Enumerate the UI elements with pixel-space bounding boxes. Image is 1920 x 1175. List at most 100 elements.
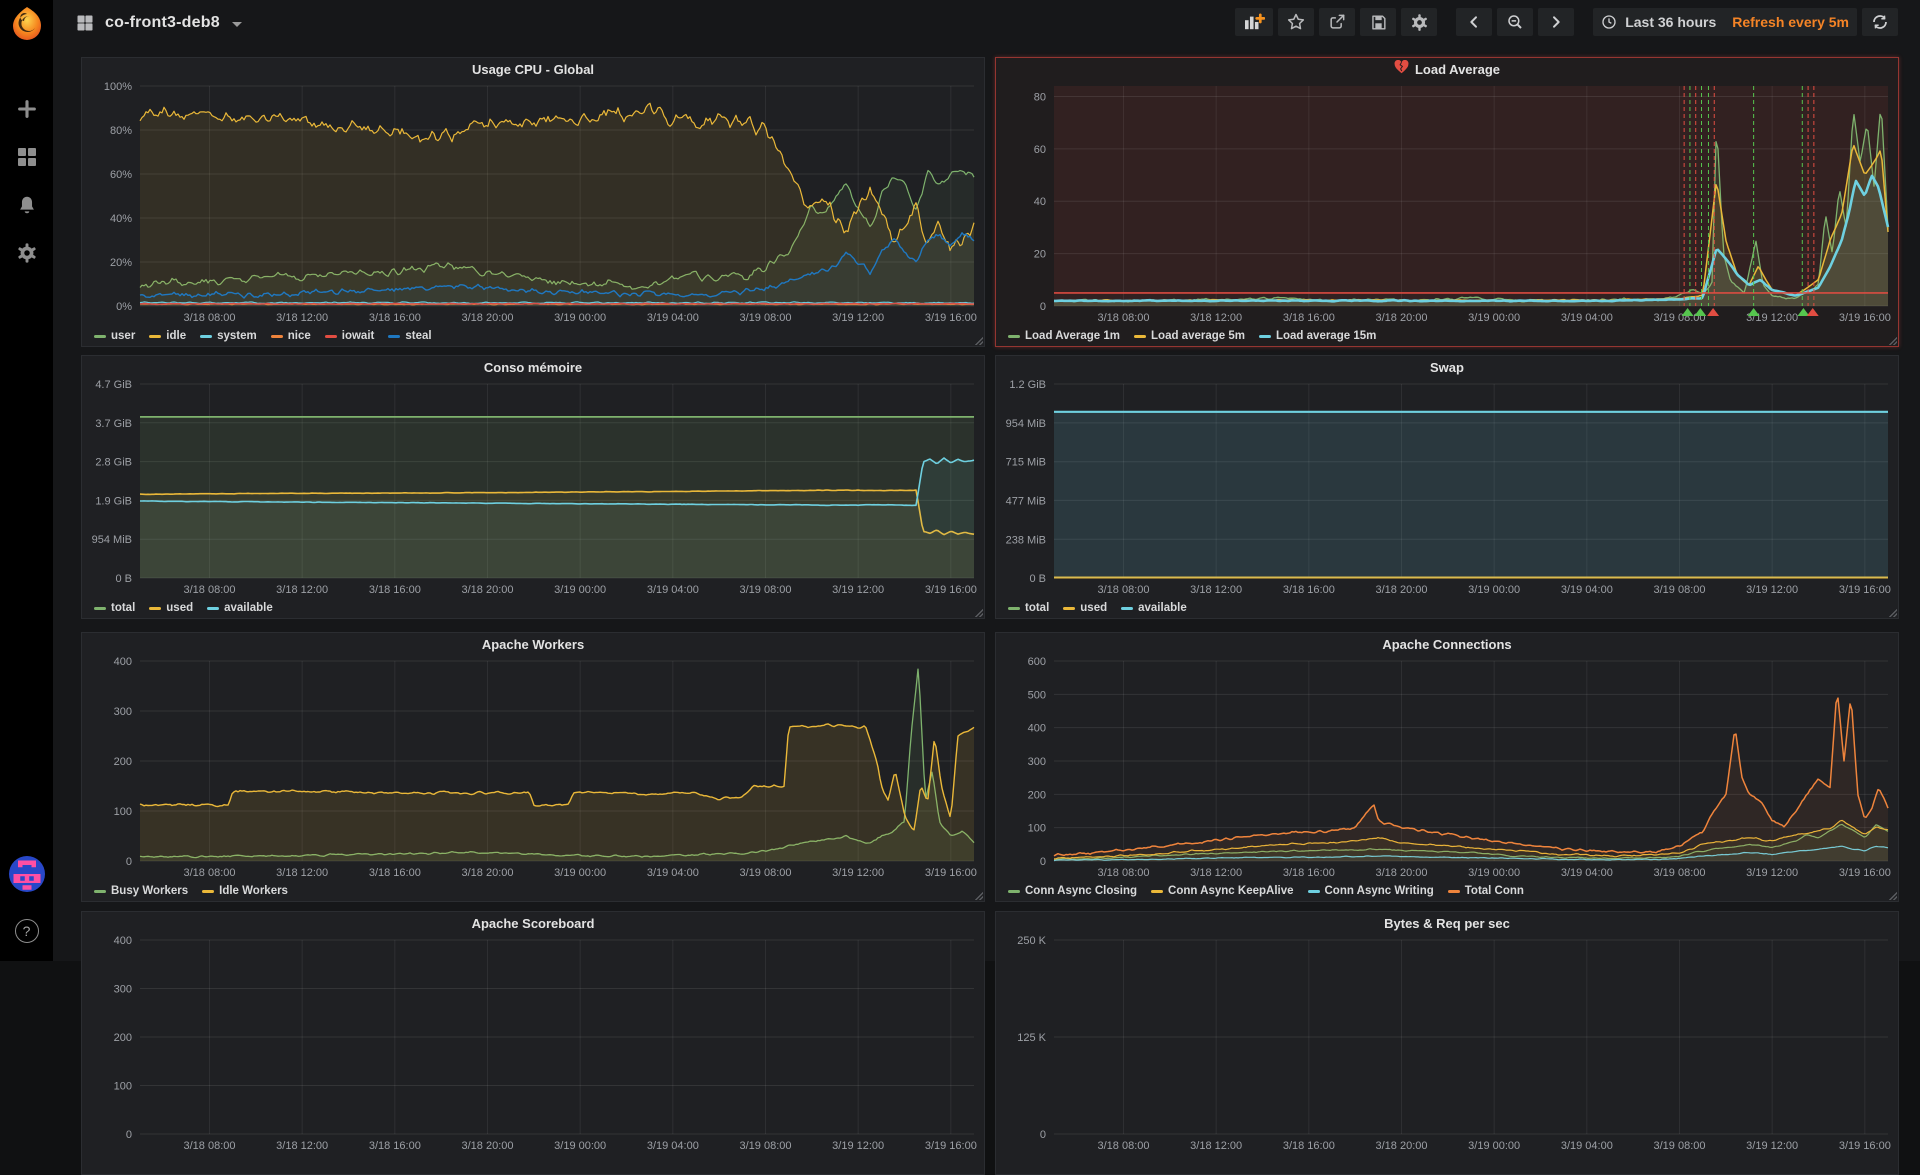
apache-connections-chart[interactable]: 01002003004005006003/18 08:003/18 12:003…: [996, 655, 1898, 881]
panel-header[interactable]: Load Average: [996, 58, 1898, 80]
legend-item[interactable]: Conn Async KeepAlive: [1151, 885, 1293, 897]
svg-text:250 K: 250 K: [1017, 935, 1046, 947]
legend-item[interactable]: Idle Workers: [202, 885, 288, 897]
panel-resize-handle[interactable]: [975, 337, 983, 345]
legend-item[interactable]: available: [207, 602, 273, 614]
legend-item[interactable]: idle: [149, 330, 186, 342]
swap-chart[interactable]: 0 B238 MiB477 MiB715 MiB954 MiB1.2 GiB3/…: [996, 378, 1898, 598]
legend-label: user: [111, 330, 135, 342]
panel-header[interactable]: Apache Scoreboard: [82, 912, 984, 934]
settings-gear-button[interactable]: [1401, 8, 1437, 36]
legend-item[interactable]: iowait: [325, 330, 375, 342]
svg-text:3/19 16:00: 3/19 16:00: [925, 584, 977, 596]
bytes-req-chart[interactable]: 250 K125 K03/18 08:003/18 12:003/18 16:0…: [996, 934, 1898, 1154]
save-button[interactable]: [1360, 8, 1396, 36]
legend-item[interactable]: steal: [388, 330, 431, 342]
svg-text:4.7 GiB: 4.7 GiB: [95, 379, 132, 391]
time-forward-button[interactable]: [1538, 8, 1574, 36]
configuration-gear-icon[interactable]: [14, 240, 40, 266]
svg-text:3/18 08:00: 3/18 08:00: [1098, 312, 1150, 324]
svg-text:3/19 12:00: 3/19 12:00: [1746, 1140, 1798, 1152]
panel-header[interactable]: Swap: [996, 356, 1898, 378]
share-button[interactable]: [1319, 8, 1355, 36]
svg-text:300: 300: [1028, 756, 1046, 768]
panel-title: Apache Workers: [482, 637, 584, 652]
panel-resize-handle[interactable]: [975, 609, 983, 617]
star-button[interactable]: [1278, 8, 1314, 36]
legend-item[interactable]: Total Conn: [1448, 885, 1524, 897]
legend-item[interactable]: nice: [271, 330, 311, 342]
svg-text:100: 100: [114, 806, 132, 818]
svg-text:3/19 00:00: 3/19 00:00: [1468, 584, 1520, 596]
load-average-chart[interactable]: 0204060803/18 08:003/18 12:003/18 16:003…: [996, 80, 1898, 326]
add-panel-button[interactable]: [1235, 8, 1273, 36]
svg-text:3/18 20:00: 3/18 20:00: [462, 1140, 514, 1152]
dashboards-grid-icon[interactable]: [14, 144, 40, 170]
svg-text:3/18 12:00: 3/18 12:00: [276, 1140, 328, 1152]
legend-item[interactable]: total: [94, 602, 135, 614]
user-avatar[interactable]: [9, 856, 45, 897]
svg-text:80: 80: [1034, 91, 1046, 103]
legend-item[interactable]: system: [200, 330, 257, 342]
legend-item[interactable]: Load average 15m: [1259, 330, 1376, 342]
legend-item[interactable]: Load Average 1m: [1008, 330, 1120, 342]
svg-text:80%: 80%: [110, 125, 132, 137]
svg-text:125 K: 125 K: [1017, 1032, 1046, 1044]
legend-color-swatch: [1308, 890, 1320, 893]
create-plus-icon[interactable]: [14, 96, 40, 122]
panel-resize-handle[interactable]: [1889, 892, 1897, 900]
svg-text:3/19 08:00: 3/19 08:00: [740, 584, 792, 596]
legend-item[interactable]: Load average 5m: [1134, 330, 1245, 342]
dashboard-title-button[interactable]: co-front3-deb8: [53, 13, 242, 33]
help-glyph: ?: [23, 923, 31, 939]
cpu-chart[interactable]: 0%20%40%60%80%100%3/18 08:003/18 12:003/…: [82, 80, 984, 326]
panel-apache-workers: Apache Workers 01002003004003/18 08:003/…: [81, 632, 985, 902]
time-back-button[interactable]: [1456, 8, 1492, 36]
legend-item[interactable]: used: [149, 602, 193, 614]
svg-text:3/18 16:00: 3/18 16:00: [369, 867, 421, 879]
panel-resize-handle[interactable]: [1889, 337, 1897, 345]
alerting-bell-icon[interactable]: [14, 192, 40, 218]
svg-text:3/19 00:00: 3/19 00:00: [554, 312, 606, 324]
memory-chart[interactable]: 0 B954 MiB1.9 GiB2.8 GiB3.7 GiB4.7 GiB3/…: [82, 378, 984, 598]
legend-item[interactable]: Conn Async Closing: [1008, 885, 1137, 897]
apache-scoreboard-chart[interactable]: 40030020010003/18 08:003/18 12:003/18 16…: [82, 934, 984, 1154]
svg-text:0%: 0%: [116, 301, 132, 313]
legend-item[interactable]: user: [94, 330, 135, 342]
grafana-logo[interactable]: [5, 1, 48, 44]
svg-text:0: 0: [126, 1129, 132, 1141]
time-picker-button[interactable]: Last 36 hours Refresh every 5m: [1593, 8, 1857, 36]
panel-title: Apache Connections: [1382, 637, 1511, 652]
svg-text:3/18 12:00: 3/18 12:00: [276, 584, 328, 596]
zoom-out-button[interactable]: [1497, 8, 1533, 36]
panel-header[interactable]: Usage CPU - Global: [82, 58, 984, 80]
panel-resize-handle[interactable]: [975, 892, 983, 900]
refresh-button[interactable]: [1862, 8, 1898, 36]
legend-item[interactable]: available: [1121, 602, 1187, 614]
svg-text:3/19 00:00: 3/19 00:00: [554, 584, 606, 596]
svg-text:400: 400: [114, 656, 132, 668]
legend-label: steal: [405, 330, 431, 342]
grafana-flame-icon: [9, 5, 45, 41]
legend-color-swatch: [388, 335, 400, 338]
svg-text:3/18 08:00: 3/18 08:00: [1098, 1140, 1150, 1152]
svg-text:3/18 08:00: 3/18 08:00: [184, 312, 236, 324]
help-icon[interactable]: ?: [15, 919, 39, 943]
panel-header[interactable]: Apache Workers: [82, 633, 984, 655]
svg-text:300: 300: [114, 706, 132, 718]
panel-header[interactable]: Bytes & Req per sec: [996, 912, 1898, 934]
legend-item[interactable]: total: [1008, 602, 1049, 614]
panel-resize-handle[interactable]: [1889, 609, 1897, 617]
svg-text:200: 200: [114, 756, 132, 768]
apache-workers-chart[interactable]: 01002003004003/18 08:003/18 12:003/18 16…: [82, 655, 984, 881]
panel-apache-scoreboard: Apache Scoreboard 40030020010003/18 08:0…: [81, 911, 985, 1175]
panel-title: Load Average: [1415, 62, 1500, 77]
legend-item[interactable]: Busy Workers: [94, 885, 188, 897]
legend-item[interactable]: Conn Async Writing: [1308, 885, 1434, 897]
svg-text:3/19 12:00: 3/19 12:00: [832, 867, 884, 879]
panel-header[interactable]: Apache Connections: [996, 633, 1898, 655]
svg-text:3/19 16:00: 3/19 16:00: [1839, 867, 1891, 879]
legend-item[interactable]: used: [1063, 602, 1107, 614]
panel-header[interactable]: Conso mémoire: [82, 356, 984, 378]
svg-text:40: 40: [1034, 196, 1046, 208]
